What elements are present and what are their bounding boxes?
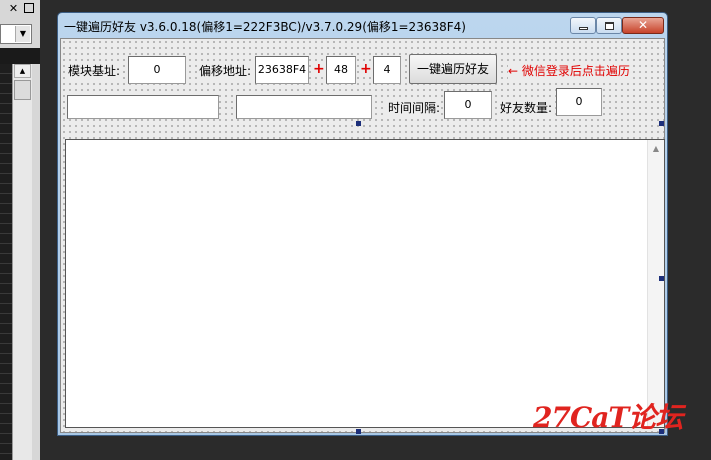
scroll-up-icon[interactable]: ▲	[14, 64, 31, 78]
background-ide-panel: ✕ ▼ ▲	[0, 0, 40, 460]
chevron-down-icon[interactable]: ▼	[15, 26, 30, 42]
title-bar[interactable]: 一键遍历好友 v3.6.0.18(偏移1=222F3BC)/v3.7.0.29(…	[58, 13, 667, 38]
panel-scrollbar[interactable]: ▲	[12, 64, 32, 460]
offset-address-label: 偏移地址:	[198, 63, 253, 79]
friend-count-input[interactable]: 0	[556, 88, 602, 116]
panel-list	[0, 64, 12, 460]
close-icon: ✕	[637, 18, 649, 32]
friend-list-box[interactable]: ▲	[65, 139, 665, 428]
panel-close-icon[interactable]: ✕	[8, 3, 19, 14]
panel-header-bar	[0, 48, 40, 64]
list-scrollbar[interactable]: ▲	[647, 140, 664, 427]
scroll-up-icon[interactable]: ▲	[648, 140, 664, 157]
interval-input[interactable]: 0	[444, 91, 492, 119]
plus-sign: +	[313, 61, 325, 77]
minimize-button[interactable]	[570, 17, 596, 34]
plus-sign: +	[360, 61, 372, 77]
text-field-2[interactable]	[236, 95, 372, 119]
selection-handle[interactable]	[356, 121, 361, 126]
selection-handle[interactable]	[659, 121, 664, 126]
selection-handle[interactable]	[356, 429, 361, 434]
module-base-label: 模块基址:	[67, 63, 122, 79]
scroll-thumb[interactable]	[14, 80, 31, 100]
app-window: 一键遍历好友 v3.6.0.18(偏移1=222F3BC)/v3.7.0.29(…	[57, 12, 668, 436]
form-canvas: 模块基址: 0 偏移地址: 23638F4 + 48 + 4 一键遍历好友 ← …	[60, 38, 665, 434]
panel-dropdown[interactable]: ▼	[0, 24, 32, 44]
window-title: 一键遍历好友 v3.6.0.18(偏移1=222F3BC)/v3.7.0.29(…	[64, 20, 466, 34]
login-hint-text: ← 微信登录后点击遍历	[508, 63, 630, 79]
offset3-input[interactable]: 4	[373, 56, 401, 84]
module-base-input[interactable]: 0	[128, 56, 186, 84]
traverse-friends-button[interactable]: 一键遍历好友	[409, 54, 497, 84]
forum-watermark: 27CaT论坛	[533, 401, 683, 434]
selection-handle[interactable]	[659, 276, 664, 281]
offset1-input[interactable]: 23638F4	[255, 56, 309, 84]
friend-count-label: 好友数量:	[499, 100, 554, 116]
offset2-input[interactable]: 48	[326, 56, 356, 84]
text-field-1[interactable]	[67, 95, 219, 119]
panel-maximize-icon[interactable]	[24, 3, 34, 13]
maximize-button[interactable]	[596, 17, 622, 34]
interval-label: 时间间隔:	[387, 100, 442, 116]
close-button[interactable]: ✕	[622, 17, 664, 34]
